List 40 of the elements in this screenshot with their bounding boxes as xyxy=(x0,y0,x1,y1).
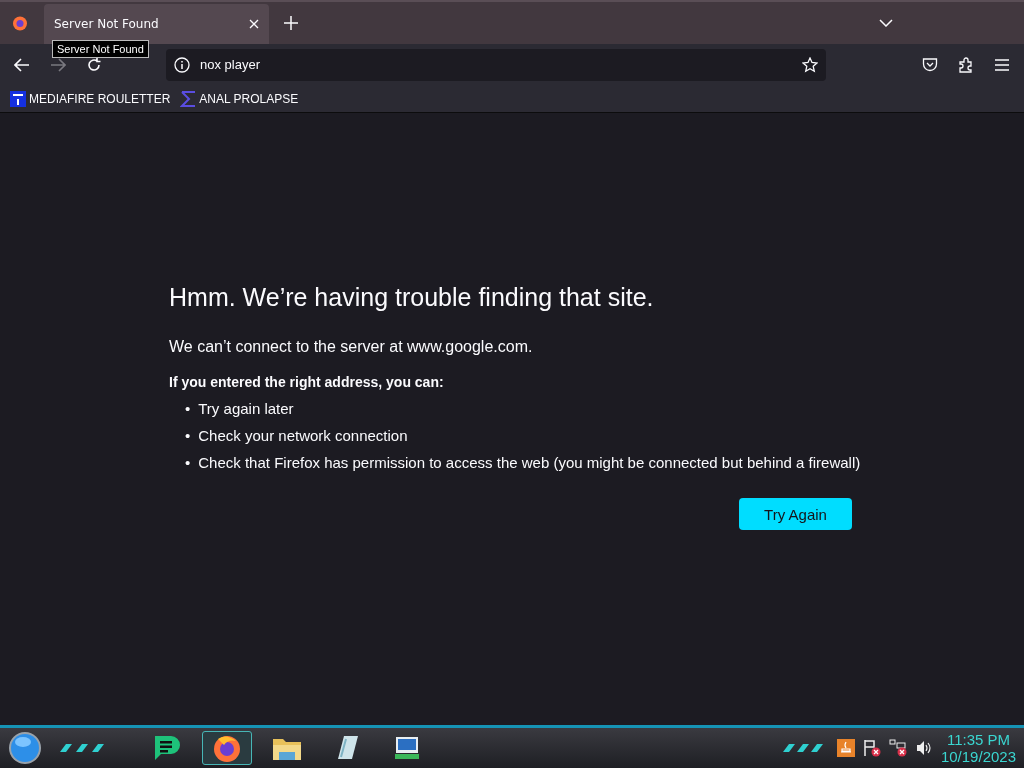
sigma-icon xyxy=(180,90,197,107)
plus-icon[interactable] xyxy=(284,16,298,30)
error-message: We can’t connect to the server at www.google.com. xyxy=(169,338,534,356)
hint-text: If you entered the right address, you can: xyxy=(169,374,445,390)
chevron-down-icon[interactable] xyxy=(879,19,893,27)
network-error-icon[interactable] xyxy=(888,739,907,757)
forward-arrow-icon[interactable] xyxy=(50,57,66,72)
try-again-button[interactable]: Try Again xyxy=(739,498,852,530)
clock-date[interactable]: 10/19/2023 xyxy=(940,748,1016,765)
bookmark-logo-icon xyxy=(10,90,26,107)
bullet: • xyxy=(185,400,191,418)
clock-time[interactable]: 11:35 PM xyxy=(946,731,1010,748)
taskbar-app-button[interactable] xyxy=(202,731,252,765)
computer-icon xyxy=(392,734,422,762)
star-icon[interactable] xyxy=(802,56,818,73)
back-arrow-icon[interactable] xyxy=(14,57,30,72)
flag-error-icon[interactable] xyxy=(862,739,881,757)
bookmark-link[interactable]: ANAL PROLAPSE xyxy=(199,91,299,106)
speaker-icon[interactable] xyxy=(914,739,933,757)
java-icon[interactable] xyxy=(836,739,855,757)
bullet: • xyxy=(185,427,191,445)
pocket-icon[interactable] xyxy=(922,56,938,73)
browser-tab[interactable]: Server Not Found xyxy=(44,4,269,44)
chat-icon xyxy=(152,734,182,762)
suggestion-item: Check your network connection xyxy=(198,427,408,445)
firefox-icon xyxy=(212,733,242,763)
info-icon[interactable] xyxy=(174,56,190,73)
error-title: Hmm. We’re having trouble finding that site. xyxy=(169,283,655,312)
bullet: • xyxy=(185,454,191,472)
firefox-icon[interactable] xyxy=(12,15,28,31)
address-field[interactable]: nox player xyxy=(166,48,826,81)
puzzle-icon[interactable] xyxy=(958,56,974,73)
bookmark-link[interactable]: MEDIAFIRE ROULETTER xyxy=(29,91,171,106)
suggestion-item: Check that Firefox has permission to access the web (you might be connected but behind a firewall) xyxy=(198,454,861,472)
menu-icon[interactable] xyxy=(995,58,1009,71)
suggestion-item: Try again later xyxy=(198,400,294,418)
close-icon[interactable] xyxy=(249,19,259,29)
tooltip: Server Not Found xyxy=(52,40,149,58)
start-orb-icon[interactable] xyxy=(8,731,42,765)
reload-icon[interactable] xyxy=(86,56,102,73)
